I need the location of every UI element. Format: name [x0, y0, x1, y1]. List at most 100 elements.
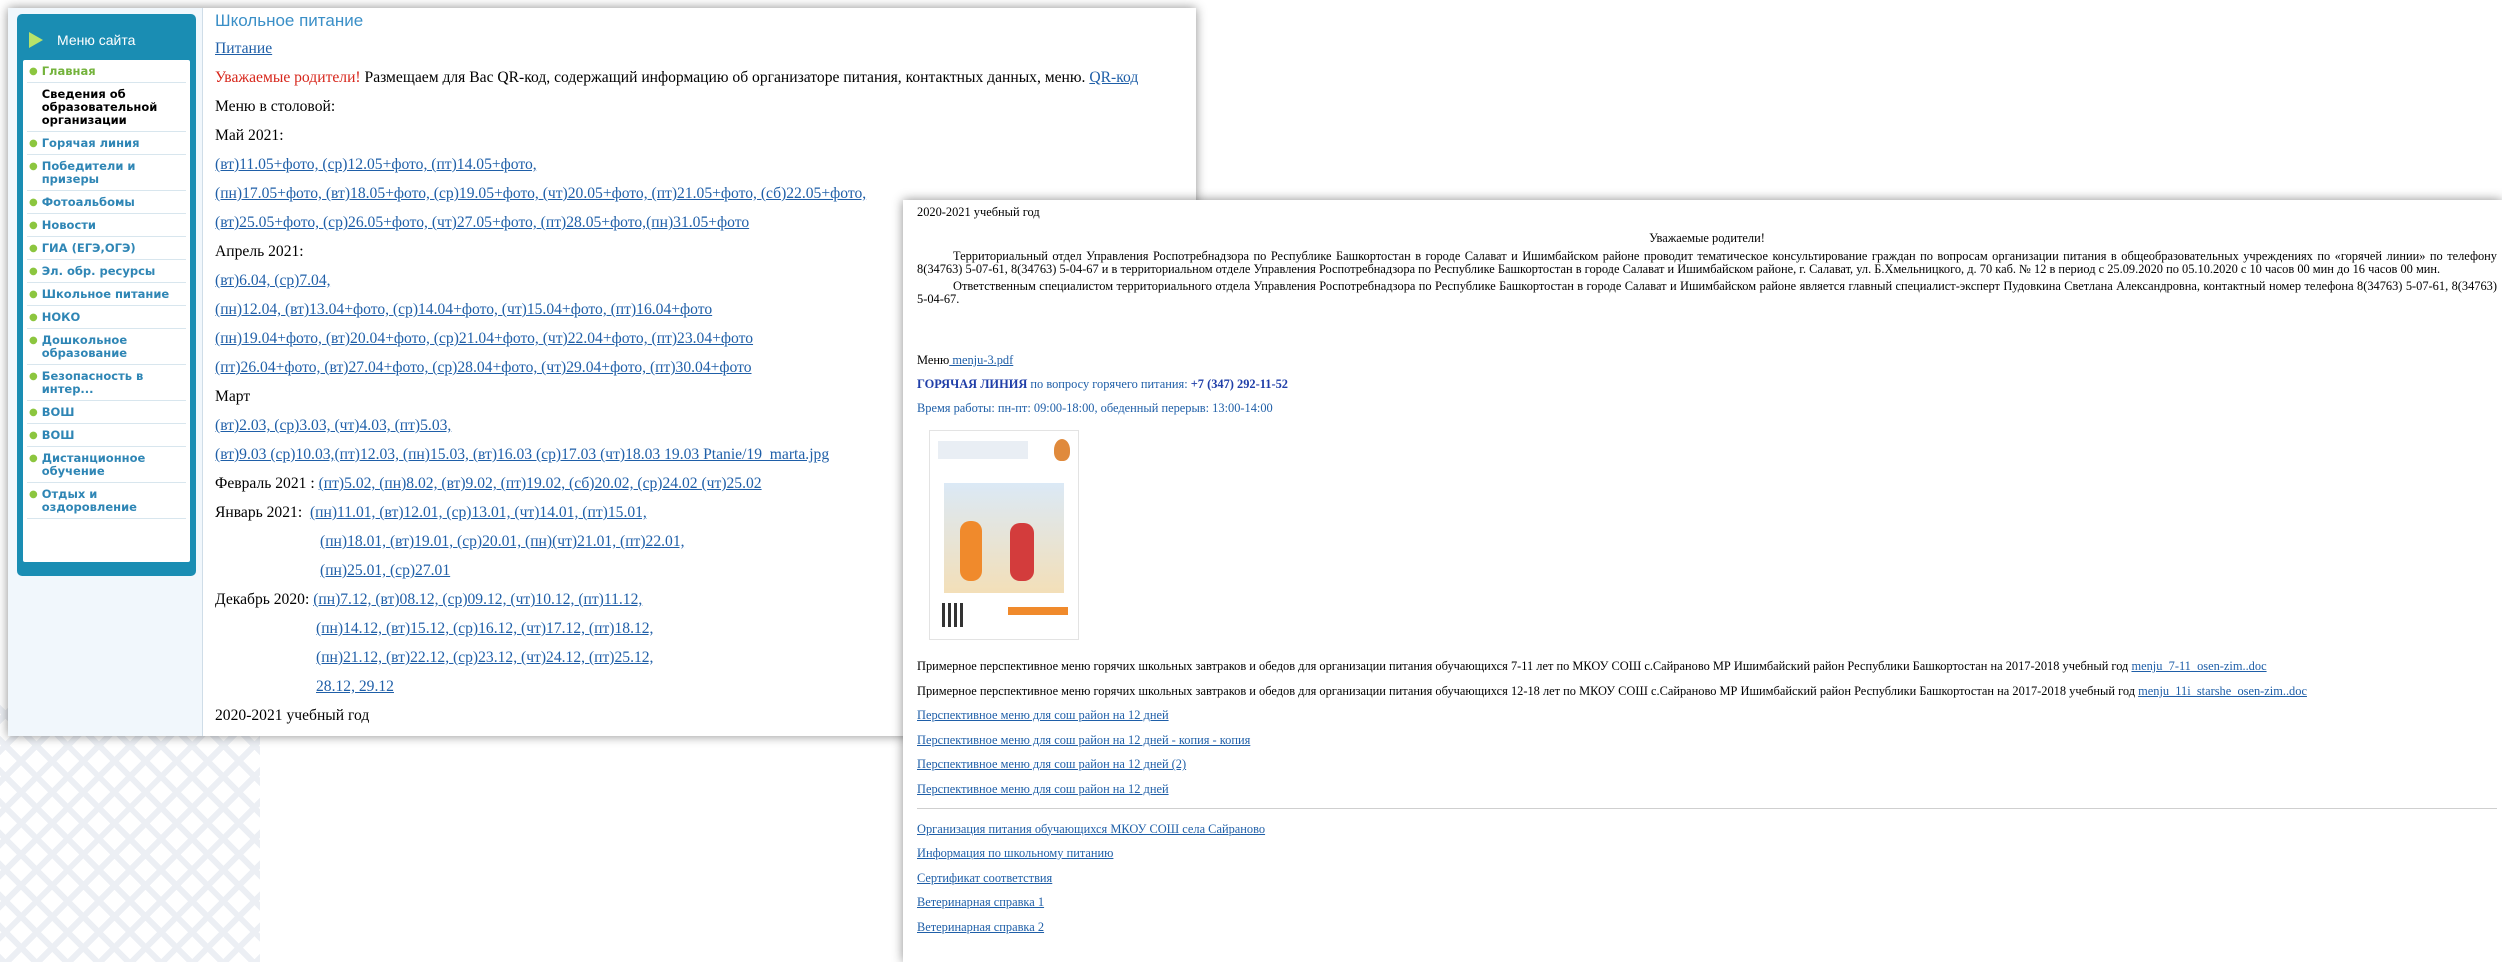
- canteen-menu-label: Меню в столовой:: [215, 98, 336, 115]
- chevron-right-icon: [27, 29, 49, 51]
- menu-day-links[interactable]: 28.12, 29.12: [316, 678, 394, 695]
- sidebar-item-photos[interactable]: ● Фотоальбомы: [27, 191, 186, 214]
- qr-code-link[interactable]: QR-код: [1089, 69, 1138, 86]
- sidebar-item-label: Безопасность в интер...: [41, 369, 144, 396]
- notice-paragraph: Территориальный отдел Управления Роспотр…: [917, 249, 2497, 276]
- menu-day-links[interactable]: (пн)14.12, (вт)15.12, (ср)16.12, (чт)17.…: [316, 620, 653, 637]
- perspective-menu-link[interactable]: Перспективное меню для сош район на 12 д…: [917, 733, 1250, 747]
- sidebar-item-label: Эл. обр. ресурсы: [41, 264, 156, 278]
- qr-notice: Уважаемые родители! Размещаем для Вас QR…: [215, 63, 1190, 92]
- document-link[interactable]: Сертификат соответствия: [917, 871, 1052, 885]
- background-ornament: [0, 700, 260, 962]
- bullet-icon: ●: [29, 489, 38, 500]
- menu-file-link[interactable]: menju-3.pdf: [949, 353, 1013, 367]
- qr-code-icon: [942, 603, 966, 627]
- sidebar-item-label: Отдых и оздоровление: [41, 487, 137, 514]
- menu-day-links[interactable]: (пн)25.01, (ср)27.01: [320, 562, 450, 579]
- poster-title-block: [938, 441, 1028, 459]
- sidebar-item-label: ВОШ: [41, 428, 75, 442]
- child-figure-icon: [1010, 523, 1034, 581]
- perspective-menu-link[interactable]: Перспективное меню для сош район на 12 д…: [917, 782, 1169, 796]
- menu-day-links[interactable]: (пт)5.02, (пн)8.02, (вт)9.02, (пт)19.02,…: [319, 475, 762, 492]
- food-link[interactable]: Питание: [215, 40, 272, 57]
- document-link[interactable]: Информация по школьному питанию: [917, 846, 1113, 860]
- sidebar: Меню сайта ●Главная ●Сведения об образов…: [8, 8, 203, 736]
- sidebar-item-home[interactable]: ● Главная: [27, 60, 186, 83]
- bullet-icon: ●: [29, 335, 38, 346]
- bullet-icon: ●: [29, 312, 38, 323]
- menu-list: ●Главная ●Сведения об образовательной ор…: [23, 60, 190, 562]
- sidebar-item-label: Сведения об образовательной организации: [41, 87, 158, 127]
- menu-day-links[interactable]: (вт)11.05+фото, (ср)12.05+фото, (пт)14.0…: [215, 156, 537, 173]
- bullet-icon: ●: [29, 453, 38, 464]
- menu-doc-link[interactable]: menju_7-11_osen-zim..doc: [2131, 659, 2266, 673]
- responsible-paragraph: Ответственным специалистом территориальн…: [917, 279, 2497, 306]
- menu-day-links[interactable]: (пн)21.12, (вт)22.12, (ср)23.12, (чт)24.…: [316, 649, 653, 666]
- document-link[interactable]: Ветеринарная справка 2: [917, 920, 1044, 934]
- menu-doc-text: Примерное перспективное меню горячих шко…: [917, 659, 2132, 673]
- menu-day-links[interactable]: (пн)11.01, (вт)12.01, (ср)13.01, (чт)14.…: [310, 504, 647, 521]
- sidebar-item-label: Фотоальбомы: [41, 195, 135, 209]
- menu-day-links[interactable]: (пн)18.01, (вт)19.01, (ср)20.01, (пн)(чт…: [320, 533, 685, 550]
- bullet-icon: ●: [29, 161, 38, 172]
- hotline-poster[interactable]: [929, 430, 1079, 640]
- perspective-menu-link[interactable]: Перспективное меню для сош район на 12 д…: [917, 708, 1169, 722]
- menu-header: Меню сайта: [23, 20, 190, 60]
- bullet-icon: ●: [29, 266, 38, 277]
- hotline-row: ГОРЯЧАЯ ЛИНИЯ по вопросу горячего питани…: [917, 376, 2497, 392]
- menu-day-links[interactable]: (вт)25.05+фото, (ср)26.05+фото, (чт)27.0…: [215, 214, 749, 231]
- sidebar-item-org-info[interactable]: ●Сведения об образовательной организации: [27, 83, 186, 132]
- sidebar-item-label: Главная: [41, 64, 96, 78]
- hotline-phone: +7 (347) 292-11-52: [1190, 377, 1288, 391]
- sidebar-item-recreation[interactable]: ● Отдых и оздоровление: [27, 483, 186, 519]
- sidebar-item-news[interactable]: ● Новости: [27, 214, 186, 237]
- perspective-menu-link[interactable]: Перспективное меню для сош район на 12 д…: [917, 757, 1186, 771]
- menu-title: Меню сайта: [57, 32, 136, 48]
- sidebar-item-label: Дистанционное обучение: [41, 451, 146, 478]
- notice-text: Размещаем для Вас QR-код, содержащий инф…: [360, 69, 1090, 86]
- school-year: 2020-2021 учебный год: [917, 205, 1040, 219]
- sidebar-item-label: НОКО: [41, 310, 81, 324]
- menu-day-links[interactable]: (вт)2.03, (ср)3.03, (чт)4.03, (пт)5.03,: [215, 417, 451, 434]
- site-screenshot-right: 2020-2021 учебный год Уважаемые родители…: [903, 200, 2502, 962]
- menu-day-links[interactable]: (вт)9.03 (ср)10.03,(пт)12.03, (пн)15.03,…: [215, 446, 829, 463]
- sidebar-item-label: ГИА (ЕГЭ,ОГЭ): [41, 241, 136, 255]
- sidebar-item-distance[interactable]: ● Дистанционное обучение: [27, 447, 186, 483]
- menu-day-links[interactable]: (пн)7.12, (вт)08.12, (ср)09.12, (чт)10.1…: [313, 591, 642, 608]
- sidebar-item-label: Дошкольное образование: [41, 333, 128, 360]
- bullet-icon: ●: [29, 220, 38, 231]
- month-label: Январь 2021:: [215, 504, 303, 521]
- document-link[interactable]: Ветеринарная справка 1: [917, 895, 1044, 909]
- sidebar-item-vosh-2[interactable]: ● ВОШ: [27, 424, 186, 447]
- sidebar-item-resources[interactable]: ● Эл. обр. ресурсы: [27, 260, 186, 283]
- sidebar-item-internet-safety[interactable]: ● Безопасность в интер...: [27, 365, 186, 401]
- menu-doc-link[interactable]: menju_11i_starshe_osen-zim..doc: [2138, 684, 2307, 698]
- sidebar-item-preschool[interactable]: ● Дошкольное образование: [27, 329, 186, 365]
- month-label: Февраль 2021 :: [215, 475, 319, 492]
- bullet-icon: ●: [29, 289, 38, 300]
- sidebar-item-winners[interactable]: ● Победители и призеры: [27, 155, 186, 191]
- bullet-icon: ●: [29, 138, 38, 149]
- notice-heading: Уважаемые родители!: [215, 69, 361, 86]
- menu-day-links[interactable]: (вт)6.04, (ср)7.04,: [215, 272, 331, 289]
- site-menu: Меню сайта ●Главная ●Сведения об образов…: [17, 14, 196, 576]
- menu-doc-row: Примерное перспективное меню горячих шко…: [917, 654, 2497, 679]
- menu-day-links[interactable]: (пн)17.05+фото, (вт)18.05+фото, (ср)19.0…: [215, 185, 866, 202]
- bullet-icon: ●: [29, 66, 38, 77]
- work-hours: Время работы: пн-пт: 09:00-18:00, обеден…: [917, 401, 1273, 415]
- bullet-icon: ●: [29, 371, 38, 382]
- menu-day-links[interactable]: (пт)26.04+фото, (вт)27.04+фото, (ср)28.0…: [215, 359, 752, 376]
- sidebar-item-gia[interactable]: ● ГИА (ЕГЭ,ОГЭ): [27, 237, 186, 260]
- child-figure-icon: [960, 521, 982, 581]
- menu-day-links[interactable]: (пн)12.04, (вт)13.04+фото, (ср)14.04+фот…: [215, 301, 712, 318]
- bullet-icon: ●: [29, 243, 38, 254]
- sidebar-item-vosh[interactable]: ● ВОШ: [27, 401, 186, 424]
- sidebar-item-school-food[interactable]: ● Школьное питание: [27, 283, 186, 306]
- sidebar-item-hotline[interactable]: ● Горячая линия: [27, 132, 186, 155]
- hotline-title: ГОРЯЧАЯ ЛИНИЯ: [917, 377, 1028, 391]
- sidebar-item-noko[interactable]: ● НОКО: [27, 306, 186, 329]
- document-link[interactable]: Организация питания обучающихся МКОУ СОШ…: [917, 822, 1265, 836]
- hotline-text: по вопросу горячего питания:: [1027, 377, 1191, 391]
- divider: [917, 807, 2497, 809]
- menu-day-links[interactable]: (пн)19.04+фото, (вт)20.04+фото, (ср)21.0…: [215, 330, 753, 347]
